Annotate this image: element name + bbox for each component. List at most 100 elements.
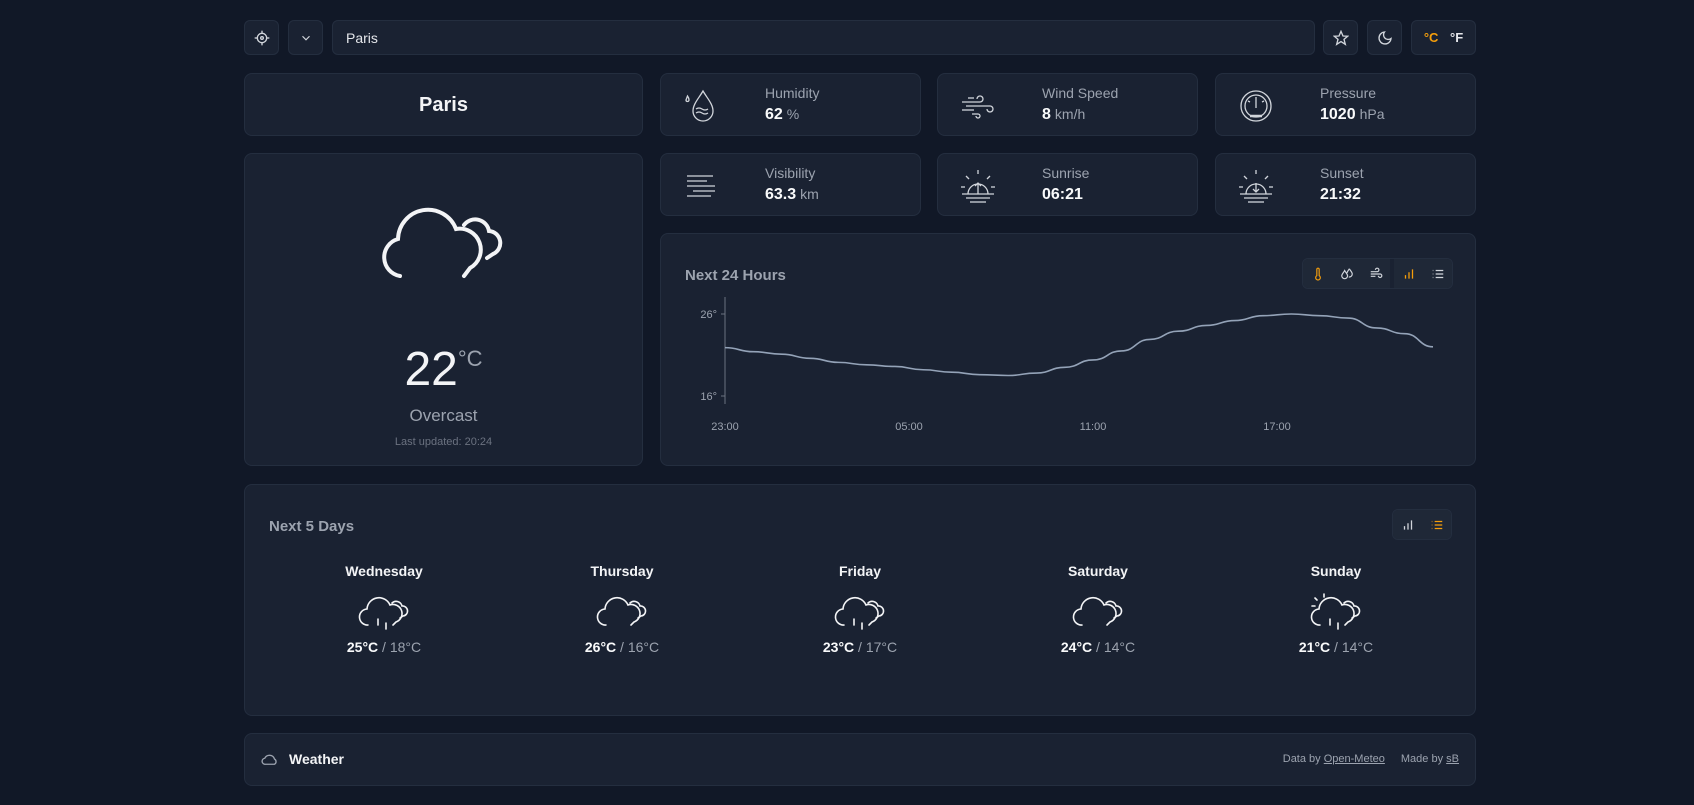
cloud-icon (1072, 596, 1123, 626)
cloud-icon (261, 754, 277, 765)
temp-separator: / (1334, 639, 1338, 655)
humidity-value: 62 (765, 106, 783, 123)
view-list-button[interactable] (1422, 510, 1451, 539)
footer-credits: Data by Open-Meteo Made by sB (1283, 753, 1459, 765)
sunset-value: 21:32 (1320, 186, 1361, 203)
fog-icon (687, 175, 715, 197)
author-credit: Made by sB (1401, 753, 1459, 765)
sunrise-value: 06:21 (1042, 186, 1083, 203)
day-forecast: Thursday 26°C / 16°C (542, 563, 702, 655)
stat-label: Sunrise (1042, 165, 1090, 181)
theme-toggle-button[interactable] (1367, 20, 1402, 55)
open-meteo-link[interactable]: Open-Meteo (1324, 753, 1385, 765)
x-tick-label: 23:00 (711, 421, 739, 433)
stat-label: Pressure (1320, 85, 1377, 101)
search-value: Paris (346, 29, 378, 46)
daily-card: Next 5 Days Wednesday 25°C / 18°C Thursd… (244, 484, 1476, 716)
high-temp: 23°C (822, 639, 855, 655)
footer: Weather Data by Open-Meteo Made by sB (244, 733, 1476, 786)
stat-card-pressure: Pressure 1020 hPa (1215, 73, 1476, 136)
stat-value: 62% (765, 106, 799, 124)
locations-dropdown-button[interactable] (288, 20, 323, 55)
temperature-unit: °C (457, 346, 483, 371)
celsius-button[interactable]: °C (1424, 30, 1439, 45)
stat-label: Humidity (765, 85, 820, 101)
last-updated: Last updated: 20:24 (394, 436, 493, 448)
low-temp: 14°C (1341, 639, 1374, 655)
day-name: Sunday (1310, 563, 1362, 579)
pressure-unit: hPa (1359, 106, 1385, 122)
high-temp: 25°C (346, 639, 379, 655)
low-temp: 18°C (389, 639, 422, 655)
crosshair-icon (254, 30, 269, 45)
view-chart-button[interactable] (1393, 510, 1422, 539)
stat-label: Visibility (765, 165, 816, 181)
favorite-button[interactable] (1323, 20, 1358, 55)
day-temps: 24°C / 14°C (1018, 639, 1178, 655)
search-input[interactable]: Paris (332, 20, 1315, 55)
list-icon (1431, 520, 1442, 529)
temperature-line (724, 313, 1434, 377)
unit-toggle: °C °F (1411, 20, 1476, 55)
high-temp: 26°C (584, 639, 617, 655)
chevron-down-icon (301, 35, 310, 41)
fahrenheit-button[interactable]: °F (1450, 30, 1463, 45)
day-forecast: Sunday 21°C / 14°C (1256, 563, 1416, 655)
day-temps: 21°C / 14°C (1256, 639, 1416, 655)
humidity-icon (685, 89, 714, 122)
day-temps: 26°C / 16°C (542, 639, 702, 655)
day-name: Saturday (1068, 563, 1128, 579)
daily-title: Next 5 Days (269, 518, 355, 535)
current-temperature: 22°C (245, 342, 642, 397)
humidity-unit: % (786, 106, 800, 122)
high-temp: 24°C (1060, 639, 1093, 655)
temp-separator: / (858, 639, 862, 655)
stat-value: 8 km/h (1042, 106, 1085, 124)
day-temps: 23°C / 17°C (780, 639, 940, 655)
temp-separator: / (620, 639, 624, 655)
weather-condition: Overcast (409, 406, 478, 425)
day-forecast: Friday 23°C / 17°C (780, 563, 940, 655)
day-forecast: Wednesday 25°C / 18°C (304, 563, 464, 655)
sunrise-icon (961, 170, 995, 203)
star-icon (1332, 29, 1349, 46)
stat-value: 63.3 km (765, 186, 819, 204)
moon-icon (1377, 30, 1392, 45)
pressure-value: 1020 (1320, 106, 1356, 123)
data-by-label: Data by (1282, 753, 1321, 765)
x-tick-label: 05:00 (895, 421, 923, 433)
bar-chart-icon (1403, 519, 1412, 530)
temp-separator: / (1096, 639, 1100, 655)
stat-card-wind: Wind Speed 8 km/h (937, 73, 1198, 136)
low-temp: 16°C (627, 639, 660, 655)
x-tick-label: 11:00 (1080, 421, 1107, 433)
stat-card-sunrise: Sunrise 06:21 (937, 153, 1198, 216)
stat-card-sunset: Sunset 21:32 (1215, 153, 1476, 216)
locate-button[interactable] (244, 20, 279, 55)
hourly-temperature-chart: 26° 16° 23:00 05:00 11:00 17:00 (700, 297, 1434, 433)
stat-label: Wind Speed (1042, 85, 1119, 101)
stat-value: 1020 hPa (1320, 106, 1385, 124)
x-tick-label: 17:00 (1263, 421, 1291, 433)
sunset-icon (1239, 170, 1273, 203)
low-temp: 17°C (865, 639, 898, 655)
footer-brand: Weather (289, 751, 344, 767)
data-credit: Data by Open-Meteo (1283, 753, 1385, 765)
sun-cloud-drizzle-icon (1310, 593, 1361, 630)
temp-separator: / (382, 639, 386, 655)
visibility-value: 63.3 (765, 186, 797, 203)
low-temp: 14°C (1103, 639, 1136, 655)
day-name: Thursday (590, 563, 654, 579)
stat-value: 06:21 (1042, 186, 1083, 204)
wind-icon (962, 95, 994, 119)
day-temps: 25°C / 18°C (304, 639, 464, 655)
city-name: Paris (419, 94, 468, 116)
temperature-value: 22 (404, 343, 458, 396)
cloud-drizzle-icon (358, 596, 409, 630)
day-forecast: Saturday 24°C / 14°C (1018, 563, 1178, 655)
stat-card-humidity: Humidity 62% (660, 73, 921, 136)
author-link[interactable]: sB (1446, 753, 1459, 765)
day-name: Friday (838, 563, 881, 579)
hourly-card: Next 24 Hours 26° 16° 23:00 05:00 11:00 17:00 (660, 233, 1476, 466)
stat-label: Sunset (1320, 165, 1364, 181)
